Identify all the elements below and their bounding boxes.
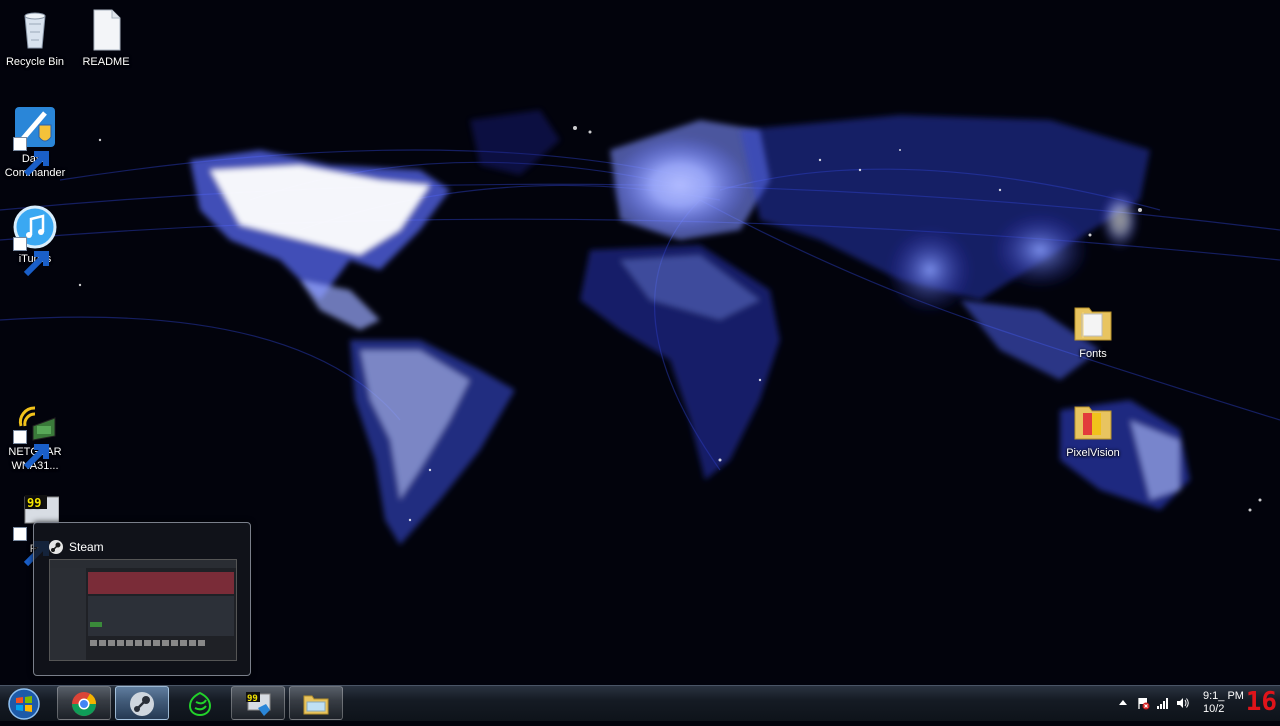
steam-icon: [49, 540, 63, 554]
svg-text:99: 99: [247, 694, 258, 704]
fonts-desktop-icon[interactable]: Fonts: [1057, 298, 1129, 361]
pixelvision-label: PixelVision: [1066, 447, 1120, 459]
folder-icon: [1069, 397, 1117, 445]
system-tray: 9:1_ PM 10/2 16: [1110, 686, 1280, 721]
preview-title: Steam: [69, 540, 104, 554]
pixelvision-desktop-icon[interactable]: PixelVision: [1057, 397, 1129, 460]
taskbar-fraps-button[interactable]: 99: [231, 686, 285, 720]
fps-counter: 16: [1245, 687, 1277, 717]
start-button[interactable]: [4, 687, 44, 721]
preview-title-bar: Steam: [48, 539, 104, 555]
itunes-icon: [11, 203, 59, 277]
show-hidden-icons-button[interactable]: [1116, 696, 1130, 710]
netgear-wireless-icon: [11, 396, 59, 470]
steam-window-thumbnail: [49, 559, 237, 661]
recycle-bin-icon: [11, 6, 59, 54]
text-document-icon: [82, 6, 130, 54]
netgear-desktop-icon[interactable]: NETGEAR WNA31...: [0, 396, 71, 473]
razer-icon: [188, 691, 212, 717]
shortcut-arrow-icon: [13, 527, 49, 567]
readme-label: README: [82, 56, 130, 68]
windows-start-orb-icon: [8, 688, 40, 720]
network-tray-icon[interactable]: [1156, 696, 1170, 710]
dayz-commander-icon: [11, 103, 59, 177]
clock-date: 10/2: [1203, 703, 1225, 715]
fonts-label: Fonts: [1079, 348, 1107, 360]
speaker-icon: [1177, 698, 1189, 708]
recycle-bin-label: Recycle Bin: [5, 56, 65, 68]
taskbar-explorer-button[interactable]: [289, 686, 343, 720]
steam-taskbar-preview[interactable]: Steam: [33, 522, 251, 676]
dayz-commander-desktop-icon[interactable]: DayZ Commander: [0, 103, 71, 180]
recycle-bin-desktop-icon[interactable]: Recycle Bin: [0, 6, 71, 69]
svg-text:99: 99: [27, 496, 41, 510]
itunes-desktop-icon[interactable]: iTunes: [0, 203, 71, 277]
taskbar-razer-button[interactable]: [173, 686, 227, 720]
taskbar: 99 9:1_ PM 10/2 16: [0, 685, 1280, 721]
shortcut-arrow-icon: [13, 237, 49, 277]
volume-tray-icon[interactable]: [1176, 696, 1190, 710]
shortcut-arrow-icon: [13, 137, 49, 177]
folder-icon: [1069, 298, 1117, 346]
folder-icon: [303, 695, 329, 715]
shortcut-arrow-icon: [13, 430, 49, 470]
chrome-icon: [72, 692, 96, 717]
signal-bars-icon: [1157, 698, 1168, 709]
taskbar-chrome-button[interactable]: [57, 686, 111, 720]
clock-time: 9:1_ PM: [1203, 690, 1244, 702]
action-center-tray-icon[interactable]: [1136, 696, 1150, 710]
steam-icon: [130, 692, 154, 716]
system-clock[interactable]: 9:1_ PM 10/2: [1203, 690, 1244, 716]
taskbar-steam-button[interactable]: [115, 686, 169, 720]
readme-desktop-icon[interactable]: README: [70, 6, 142, 69]
action-center-flag-icon: [1138, 698, 1150, 710]
chevron-up-icon: [1119, 700, 1127, 705]
fraps-icon: 99: [246, 692, 271, 716]
